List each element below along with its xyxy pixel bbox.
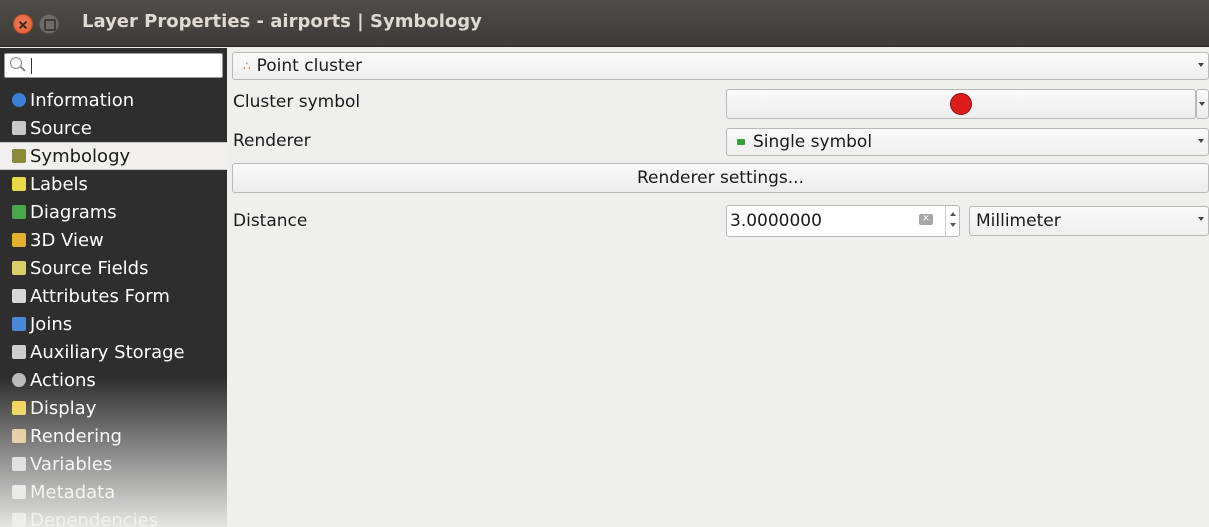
sidebar-item-source[interactable]: Source — [0, 114, 227, 142]
distance-spinbox[interactable]: 3.0000000 ✕ — [726, 205, 960, 237]
distance-unit-dropdown[interactable]: Millimeter — [969, 206, 1209, 236]
form-icon — [12, 289, 26, 303]
sidebar-item-diagrams[interactable]: Diagrams — [0, 198, 227, 226]
window-title: Layer Properties - airports | Symbology — [82, 11, 482, 32]
sidebar-item-source-fields[interactable]: Source Fields — [0, 254, 227, 282]
cluster-symbol-button[interactable] — [726, 89, 1196, 119]
sidebar-item-label: Diagrams — [30, 201, 117, 223]
sidebar-item-variables[interactable]: Variables — [0, 450, 227, 478]
single-symbol-icon — [737, 139, 745, 145]
point-cluster-icon: ∴ — [243, 59, 251, 73]
distance-unit-value: Millimeter — [976, 211, 1061, 231]
chevron-down-icon — [1198, 217, 1204, 221]
variables-icon — [12, 457, 26, 471]
symbology-panel: ∴ Point cluster Cluster symbol Renderer … — [227, 48, 1209, 527]
search-icon — [10, 57, 22, 69]
minimize-window-button[interactable] — [39, 14, 59, 34]
distance-label: Distance — [233, 211, 308, 231]
search-box[interactable] — [4, 53, 223, 78]
fields-icon — [12, 261, 26, 275]
chevron-down-icon — [1198, 139, 1204, 143]
title-bar: Layer Properties - airports | Symbology — [0, 0, 1209, 47]
sidebar-item-labels[interactable]: Labels — [0, 170, 227, 198]
sidebar-item-label: Source — [30, 117, 92, 139]
sidebar-item-joins[interactable]: Joins — [0, 310, 227, 338]
sidebar-item-label: Actions — [30, 369, 96, 391]
paintbrush-icon — [12, 149, 26, 163]
info-icon — [12, 93, 26, 107]
sidebar-item-label: Variables — [30, 453, 113, 475]
storage-icon — [12, 345, 26, 359]
renderer-label: Renderer — [233, 131, 311, 151]
sidebar-item-label: Information — [30, 89, 135, 111]
sidebar-item-3d-view[interactable]: 3D View — [0, 226, 227, 254]
sidebar-item-label: 3D View — [30, 229, 104, 251]
renderer-settings-button[interactable]: Renderer settings... — [232, 163, 1209, 193]
clear-icon[interactable]: ✕ — [919, 214, 933, 225]
sidebar-item-label: Attributes Form — [30, 285, 170, 307]
cluster-symbol-menu-button[interactable] — [1196, 89, 1209, 119]
sidebar-item-label: Symbology — [30, 145, 131, 167]
spin-down-icon[interactable] — [950, 223, 956, 227]
cluster-symbol-label: Cluster symbol — [233, 92, 361, 112]
sidebar-item-label: Labels — [30, 173, 88, 195]
sidebar-item-label: Metadata — [30, 481, 116, 503]
sidebar-item-rendering[interactable]: Rendering — [0, 422, 227, 450]
text-cursor — [31, 58, 32, 74]
sidebar-item-information[interactable]: Information — [0, 86, 227, 114]
labels-icon — [12, 177, 26, 191]
renderer-dropdown[interactable]: Single symbol — [726, 128, 1209, 156]
sidebar-item-auxiliary-storage[interactable]: Auxiliary Storage — [0, 338, 227, 366]
metadata-icon — [12, 485, 26, 499]
search-input[interactable] — [35, 56, 215, 75]
source-icon — [12, 121, 26, 135]
sidebar-item-label: Source Fields — [30, 257, 149, 279]
sidebar-item-label: Joins — [30, 313, 73, 335]
sidebar-nav: Information Source Symbology Labels Diagrams… — [0, 86, 227, 527]
rendering-icon — [12, 429, 26, 443]
dependencies-icon — [12, 513, 26, 527]
sidebar-item-dependencies[interactable]: Dependencies — [0, 506, 227, 527]
spin-up-icon[interactable] — [950, 212, 956, 216]
sidebar-item-actions[interactable]: Actions — [0, 366, 227, 394]
cube-icon — [12, 233, 26, 247]
sidebar: Information Source Symbology Labels Diagrams… — [0, 48, 227, 527]
cluster-symbol-preview — [950, 93, 972, 115]
sidebar-item-display[interactable]: Display — [0, 394, 227, 422]
sidebar-item-metadata[interactable]: Metadata — [0, 478, 227, 506]
diagrams-icon — [12, 205, 26, 219]
chevron-down-icon — [1199, 102, 1205, 106]
sidebar-item-symbology[interactable]: Symbology — [0, 142, 227, 170]
display-icon — [12, 401, 26, 415]
joins-icon — [12, 317, 26, 331]
sidebar-item-label: Dependencies — [30, 509, 159, 527]
chevron-down-icon — [1198, 63, 1204, 67]
sidebar-item-label: Rendering — [30, 425, 122, 447]
renderer-type-value: Point cluster — [256, 56, 363, 76]
sidebar-item-label: Auxiliary Storage — [30, 341, 185, 363]
sidebar-item-attributes-form[interactable]: Attributes Form — [0, 282, 227, 310]
distance-value: 3.0000000 — [730, 211, 822, 231]
renderer-type-dropdown[interactable]: ∴ Point cluster — [232, 52, 1209, 80]
spin-buttons[interactable] — [945, 206, 960, 236]
sidebar-item-label: Display — [30, 397, 97, 419]
close-window-button[interactable] — [13, 14, 33, 34]
actions-icon — [12, 373, 26, 387]
renderer-value: Single symbol — [753, 132, 873, 152]
